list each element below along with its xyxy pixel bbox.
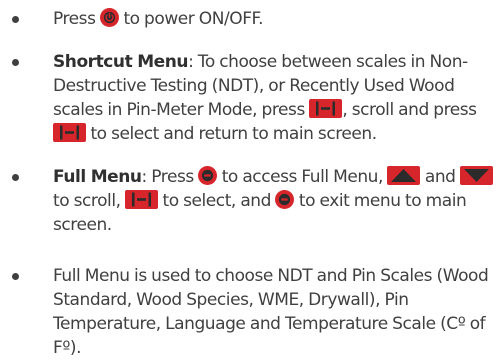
item-text-part: and <box>424 167 456 187</box>
bullet <box>12 273 19 280</box>
item-text-part: to select and return to main screen. <box>90 124 377 144</box>
select-button-icon <box>125 190 159 209</box>
item-text-part: to scroll, <box>53 191 121 211</box>
item-text: Full Menu is used to choose NDT and Pin … <box>53 266 489 358</box>
item-text: Full Menu: Press to access Full Menu, an… <box>53 165 504 237</box>
item-title: Full Menu <box>53 167 142 187</box>
up-arrow-button-icon <box>387 166 421 185</box>
bullet <box>12 174 19 181</box>
select-button-icon <box>53 123 86 142</box>
bullet <box>12 59 19 66</box>
item-text-part: to access Full Menu, <box>221 167 384 187</box>
item-text-part: to power ON/OFF. <box>123 9 264 29</box>
item-text: Shortcut Menu: To choose between scales … <box>53 50 504 146</box>
item-text-part: Press <box>53 9 96 29</box>
instructions-page: Press to power ON/OFF. Shortcut Menu: To… <box>0 0 504 359</box>
item-text-part: to select, and <box>162 191 271 211</box>
bullet <box>12 16 19 23</box>
item-title: Shortcut Menu <box>53 52 189 72</box>
item-text: Press to power ON/OFF. <box>53 7 504 31</box>
item-text-part: , scroll and press <box>342 100 477 120</box>
down-arrow-button-icon <box>459 166 493 185</box>
power-button-icon <box>99 8 119 27</box>
menu-button-icon <box>309 99 343 118</box>
exit-circle-button-icon <box>275 190 295 209</box>
menu-circle-button-icon <box>198 166 218 185</box>
item-text-part: : Press <box>141 167 195 187</box>
